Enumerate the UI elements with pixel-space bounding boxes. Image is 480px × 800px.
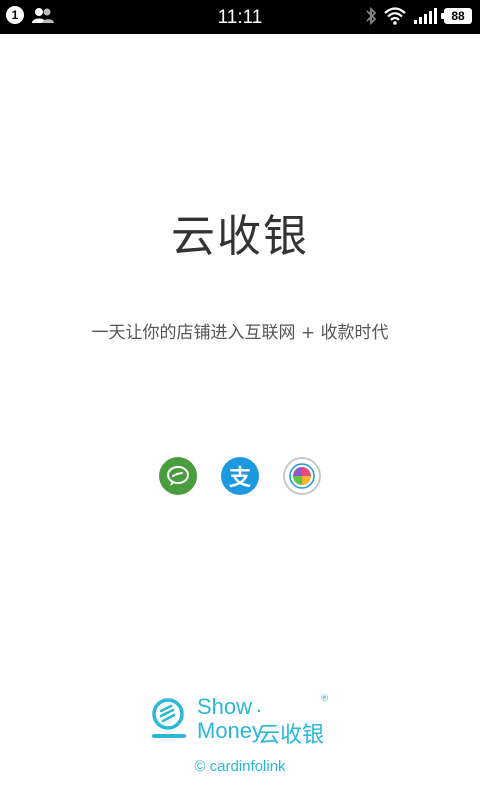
brand-show-text: Show — [197, 694, 253, 719]
brand-money-text: Money — [197, 718, 264, 743]
status-right: 88 — [365, 6, 472, 26]
battery-icon: 88 — [441, 8, 472, 24]
brand-logo: Show . Money 云收银 ® — [150, 692, 350, 748]
alipay-icon: 支 — [221, 457, 259, 495]
wechat-pay-icon — [159, 457, 197, 495]
bluetooth-icon — [366, 6, 377, 26]
signal-icon — [414, 8, 437, 24]
tagline: 一天让你的店铺进入互联网 + 收款时代 — [91, 323, 389, 343]
brand-chinese-name: 云收银 — [258, 723, 325, 748]
status-bar: 1 11:11 88 — [0, 0, 480, 34]
showmoney-logo-icon — [152, 698, 186, 738]
copyright: © cardinfolink — [194, 758, 286, 775]
brand-dot: . — [256, 692, 263, 717]
app-title: 云收银 — [171, 211, 309, 262]
qq-wallet-icon — [283, 457, 321, 495]
registered-mark: ® — [320, 694, 329, 704]
wifi-icon — [384, 7, 406, 25]
payment-methods: 支 — [0, 457, 480, 495]
